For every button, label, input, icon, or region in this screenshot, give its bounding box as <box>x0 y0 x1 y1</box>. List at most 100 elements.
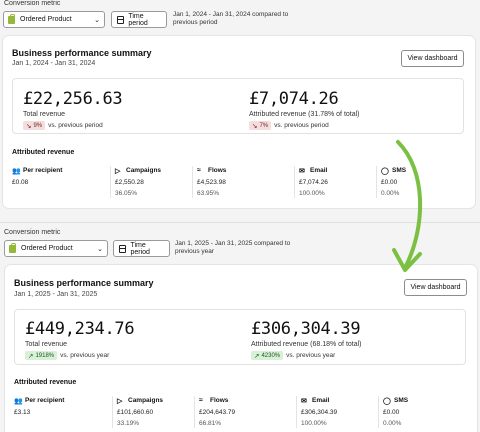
column-header: ≈ Flows <box>197 166 226 175</box>
arrow-shaft <box>396 140 423 268</box>
time-period-button[interactable]: Time period <box>111 11 167 28</box>
column-divider <box>112 396 113 428</box>
column-header: 👥 Per recipient <box>14 396 64 405</box>
total-revenue-value: £449,234.76 <box>25 319 135 339</box>
column-header: ◯ SMS <box>383 396 408 405</box>
column-label: Email <box>312 397 330 404</box>
attributed-revenue-label: Attributed revenue (68.18% of total) <box>251 341 362 348</box>
time-period-label: Time period <box>128 12 148 27</box>
attributed-revenue-value: £7,074.26 <box>249 89 339 109</box>
column-percent: 100.00% <box>299 190 325 197</box>
column-value: £4,523.98 <box>197 179 226 186</box>
column-header: 👥 Per recipient <box>12 166 62 175</box>
conversion-metric-value: Ordered Product <box>20 16 72 23</box>
attributed-column-per-recipient: 👥 Per recipient £3.13 <box>14 396 64 416</box>
column-label: Per recipient <box>25 397 65 404</box>
column-label: Campaigns <box>128 397 164 404</box>
business-summary-card: Business performance summary Jan 1, 2025… <box>5 265 477 432</box>
conversion-metric-value: Ordered Product <box>21 245 73 252</box>
column-value: £0.00 <box>383 409 400 416</box>
column-label: Campaigns <box>126 167 162 174</box>
column-percent: 63.95% <box>197 190 220 197</box>
kpi-box: £22,256.63 Total revenue ↘ 9% vs. previou… <box>12 78 464 134</box>
column-percent: 36.05% <box>115 190 138 197</box>
campaign-icon: ▷ <box>117 397 123 405</box>
total-revenue-label: Total revenue <box>25 341 68 348</box>
card-date-range: Jan 1, 2025 - Jan 31, 2025 <box>14 291 98 298</box>
email-icon: ✉ <box>301 397 307 405</box>
conversion-metric-label: Conversion metric <box>4 229 61 236</box>
column-value: £0.08 <box>12 179 29 186</box>
attributed-column-flows: ≈ Flows £4,523.98 63.95% <box>197 166 226 197</box>
attributed-column-campaigns: ▷ Campaigns £2,550.28 36.05% <box>115 166 161 197</box>
delta-badge-down: ↘ 9% <box>23 121 46 130</box>
trend-up-icon: ↗ <box>28 352 34 360</box>
attributed-revenue-label: Attributed revenue (31.78% of total) <box>249 111 360 118</box>
total-revenue-label: Total revenue <box>23 111 66 118</box>
column-label: Flows <box>208 167 227 174</box>
column-divider <box>378 396 379 428</box>
column-percent: 100.00% <box>301 420 327 427</box>
column-divider <box>110 166 111 198</box>
shopify-icon <box>8 13 15 24</box>
attributed-column-flows: ≈ Flows £204,643.79 66.81% <box>199 396 235 427</box>
column-divider <box>294 166 295 198</box>
column-value: £2,550.28 <box>115 179 144 186</box>
conversion-metric-select[interactable]: Ordered Product ⌄ <box>3 11 105 28</box>
delta-badge-up: ↗ 4230% <box>251 351 284 360</box>
flows-icon: ≈ <box>197 167 201 174</box>
column-label: Per recipient <box>23 167 63 174</box>
attributed-revenue-title: Attributed revenue <box>12 149 75 156</box>
time-period-label: Time period <box>130 241 150 256</box>
card-title: Business performance summary <box>14 278 154 288</box>
trend-up-icon: ↗ <box>254 352 260 360</box>
kpi-box: £449,234.76 Total revenue ↗ 1918% vs. pre… <box>14 309 466 365</box>
annotation-arrow <box>392 140 423 272</box>
column-header: ✉ Email <box>299 166 328 175</box>
people-icon: 👥 <box>14 397 23 405</box>
card-title: Business performance summary <box>12 48 152 58</box>
column-header: ✉ Email <box>301 396 337 405</box>
column-header: ▷ Campaigns <box>115 166 161 175</box>
attributed-column-sms: ◯ SMS £0.00 0.00% <box>383 396 408 427</box>
sms-icon: ◯ <box>383 397 391 405</box>
column-percent: 33.19% <box>117 420 140 427</box>
column-divider <box>376 166 377 198</box>
total-revenue-value: £22,256.63 <box>23 89 123 109</box>
column-label: Flows <box>210 397 229 404</box>
column-header: ≈ Flows <box>199 396 235 405</box>
column-percent: 0.00% <box>383 420 402 427</box>
email-icon: ✉ <box>299 167 305 175</box>
attributed-revenue-value: £306,304.39 <box>251 319 361 339</box>
column-value: £101,660.60 <box>117 409 154 416</box>
campaign-icon: ▷ <box>115 167 121 175</box>
total-revenue-delta: ↗ 1918% vs. previous year <box>25 351 109 360</box>
attributed-revenue-delta: ↗ 4230% vs. previous year <box>251 351 335 360</box>
date-range-note: Jan 1, 2025 - Jan 31, 2025 compared to p… <box>175 240 291 255</box>
time-period-button[interactable]: Time period <box>113 240 170 257</box>
conversion-metric-select[interactable]: Ordered Product ⌄ <box>4 240 108 257</box>
column-label: Email <box>310 167 328 174</box>
attributed-column-campaigns: ▷ Campaigns £101,660.60 33.19% <box>117 396 163 427</box>
total-revenue-delta: ↘ 9% vs. previous period <box>23 121 103 130</box>
delta-badge-down: ↘ 7% <box>249 121 272 130</box>
view-dashboard-button[interactable]: View dashboard <box>401 50 464 67</box>
column-header: ▷ Campaigns <box>117 396 163 405</box>
column-divider <box>192 166 193 198</box>
view-dashboard-button[interactable]: View dashboard <box>404 279 467 296</box>
column-value: £3.13 <box>14 409 31 416</box>
column-value: £7,074.26 <box>299 179 328 186</box>
chevron-down-icon: ⌄ <box>97 245 103 253</box>
column-divider <box>296 396 297 428</box>
chevron-down-icon: ⌄ <box>94 16 100 24</box>
attributed-column-per-recipient: 👥 Per recipient £0.08 <box>12 166 62 186</box>
flows-icon: ≈ <box>199 397 203 404</box>
attributed-revenue-title: Attributed revenue <box>14 379 77 386</box>
column-value: £204,643.79 <box>199 409 236 416</box>
calendar-icon <box>119 244 127 253</box>
delta-badge-up: ↗ 1918% <box>25 351 58 360</box>
column-label: SMS <box>394 397 409 404</box>
conversion-metric-label: Conversion metric <box>4 0 61 7</box>
attributed-column-email: ✉ Email £7,074.26 100.00% <box>299 166 328 197</box>
attributed-revenue-delta: ↘ 7% vs. previous period <box>249 121 329 130</box>
